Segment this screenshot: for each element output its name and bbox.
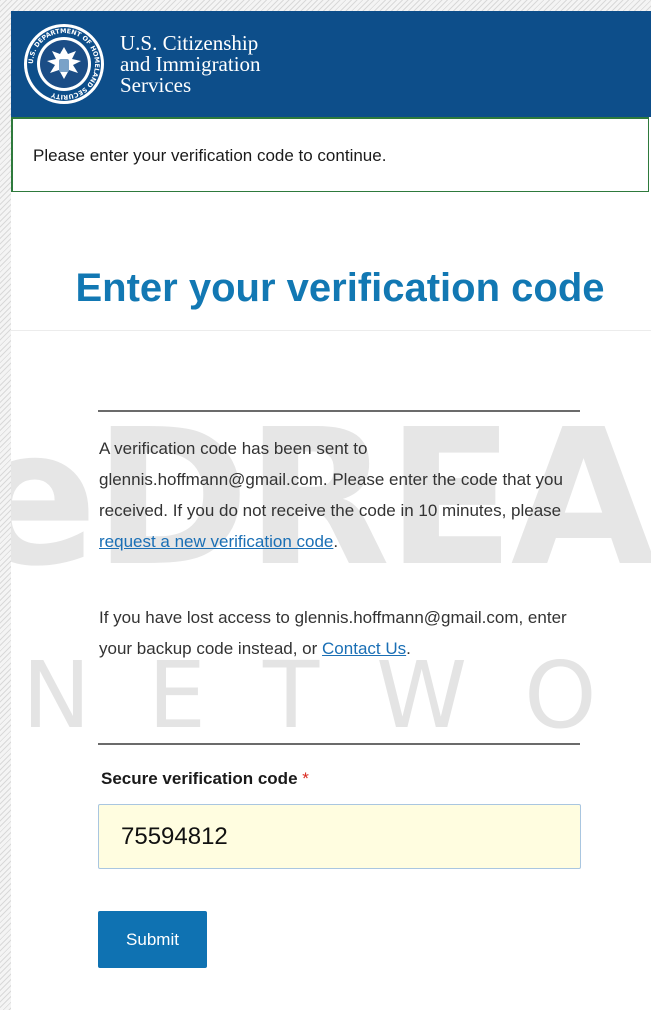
verification-info-body: A verification code has been sent to gle…	[99, 439, 563, 520]
verification-code-input[interactable]	[98, 804, 581, 869]
section-divider-top	[98, 410, 580, 412]
verification-info-text: A verification code has been sent to gle…	[99, 433, 581, 557]
lost-access-text: If you have lost access to glennis.hoffm…	[99, 602, 581, 664]
verification-info-end: .	[333, 532, 339, 551]
request-new-code-link[interactable]: request a new verification code	[99, 532, 333, 551]
required-marker: *	[302, 769, 309, 788]
page-title: Enter your verification code	[75, 266, 605, 310]
section-divider-bottom	[98, 743, 580, 745]
code-field-label-text: Secure verification code	[101, 769, 298, 788]
submit-button[interactable]: Submit	[98, 911, 207, 968]
contact-us-link[interactable]: Contact Us	[322, 639, 406, 658]
page: eDREAM NETWORK U.S. DEPARTMENT OF HOMELA…	[0, 0, 651, 1010]
main-content: Enter your verification code A verificat…	[0, 0, 651, 1010]
lost-access-end: .	[406, 639, 411, 658]
code-field-label: Secure verification code *	[101, 769, 309, 789]
